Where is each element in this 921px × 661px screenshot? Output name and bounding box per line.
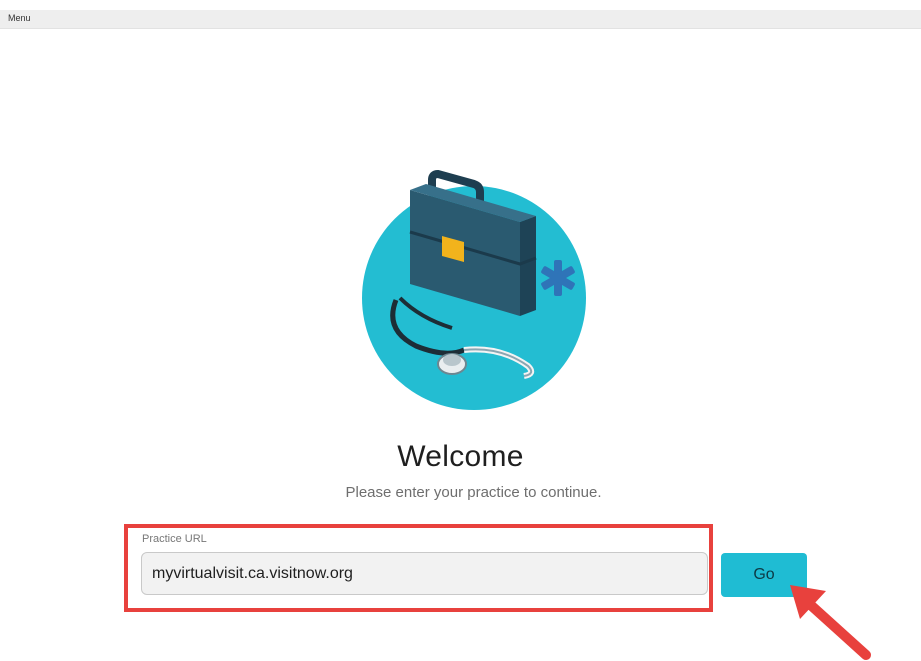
welcome-heading: Welcome <box>397 440 524 473</box>
medical-briefcase-icon <box>362 170 586 410</box>
welcome-subtitle: Please enter your practice to continue. <box>345 484 602 501</box>
practice-url-input[interactable] <box>141 552 708 595</box>
menu-bar: Menu <box>0 10 921 29</box>
practice-url-label: Practice URL <box>142 533 207 545</box>
menu-button[interactable]: Menu <box>8 13 31 23</box>
pointer-arrow-icon <box>790 585 871 660</box>
